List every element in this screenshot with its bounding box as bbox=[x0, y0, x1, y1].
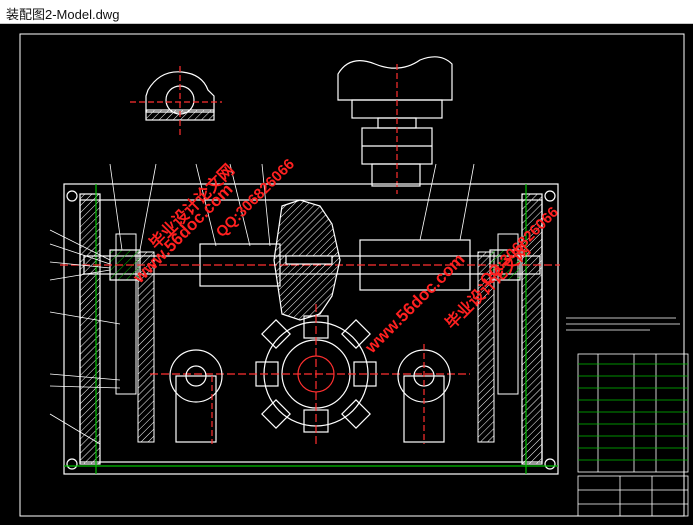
star-wheel bbox=[150, 304, 470, 444]
window-titlebar: 装配图2-Model.dwg bbox=[0, 0, 693, 24]
parts-list-table bbox=[577, 353, 689, 517]
side-rollers bbox=[169, 344, 451, 444]
motor-assembly bbox=[337, 56, 453, 194]
central-gear bbox=[273, 199, 341, 321]
watermark-site-right: www.56doc.com bbox=[361, 250, 469, 358]
window-title: 装配图2-Model.dwg bbox=[6, 7, 120, 22]
bearing-detail-view bbox=[130, 66, 222, 136]
drawing-canvas[interactable]: www.56doc.com QQ:306826066 毕业设计论文网 www.5… bbox=[0, 24, 693, 520]
technical-notes bbox=[566, 317, 680, 331]
